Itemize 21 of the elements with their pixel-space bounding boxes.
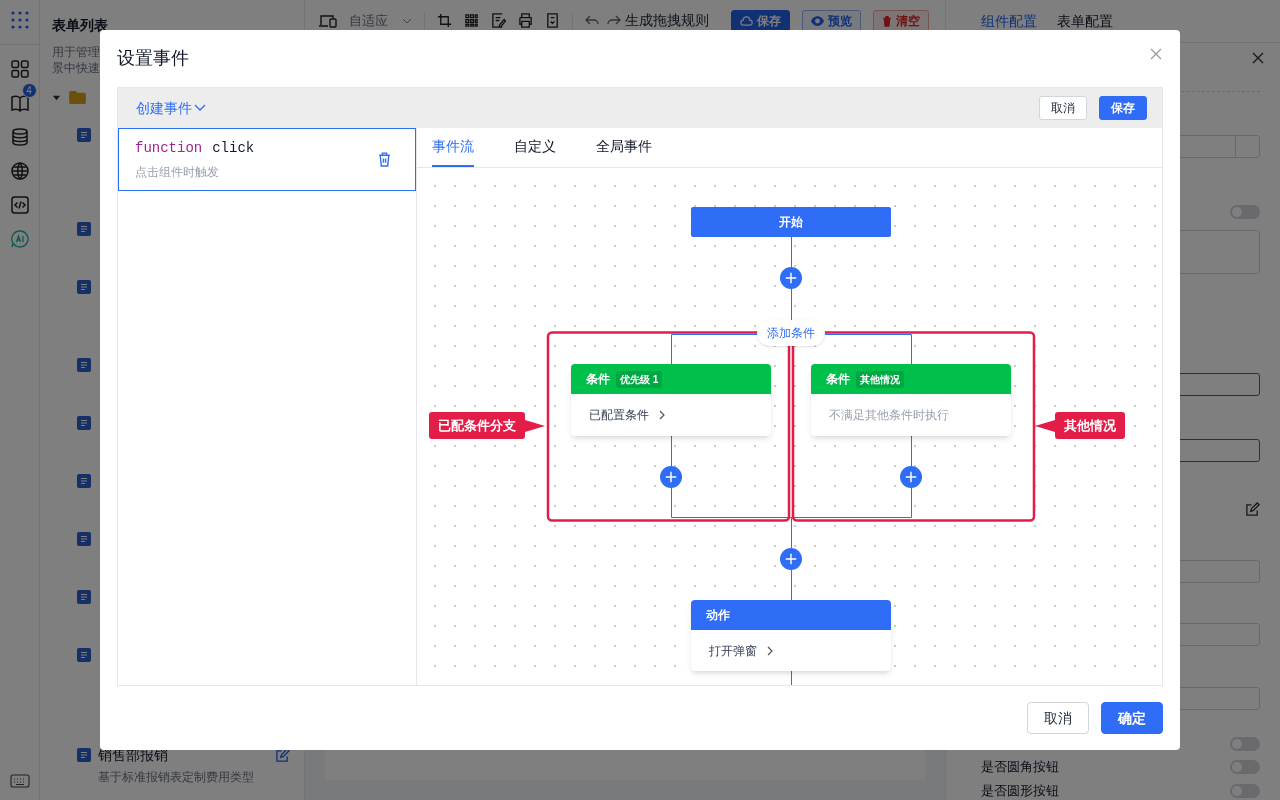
- event-description: 点击组件时触发: [135, 164, 220, 181]
- function-keyword: function: [135, 139, 203, 158]
- setting-label: 是否圆形按钮: [981, 782, 1059, 800]
- node-body-text: 打开弹窗: [709, 642, 757, 660]
- node-title: 条件: [586, 371, 610, 388]
- dialog-title: 设置事件: [117, 47, 189, 70]
- panel-title: 表单列表: [52, 16, 109, 35]
- node-title: 条件: [826, 371, 850, 388]
- callout-label: 已配条件分支: [429, 412, 525, 439]
- priority-tag: 优先级 1: [616, 370, 663, 388]
- setting-label: 是否圆角按钮: [981, 758, 1059, 777]
- panel-description: 用于管理: [52, 44, 100, 60]
- panel-description: 景中快速: [52, 60, 100, 76]
- node-body-text: 已配置条件: [589, 407, 649, 424]
- node-title: 动作: [706, 607, 730, 624]
- priority-tag: 其他情况: [856, 370, 904, 388]
- item-description: 基于标准报销表定制费用类型: [98, 769, 255, 786]
- callout-label: 其他情况: [1055, 412, 1125, 439]
- node-body-text: 不满足其他条件时执行: [829, 407, 949, 424]
- notification-badge: 4: [21, 83, 37, 98]
- function-name: click: [212, 139, 255, 158]
